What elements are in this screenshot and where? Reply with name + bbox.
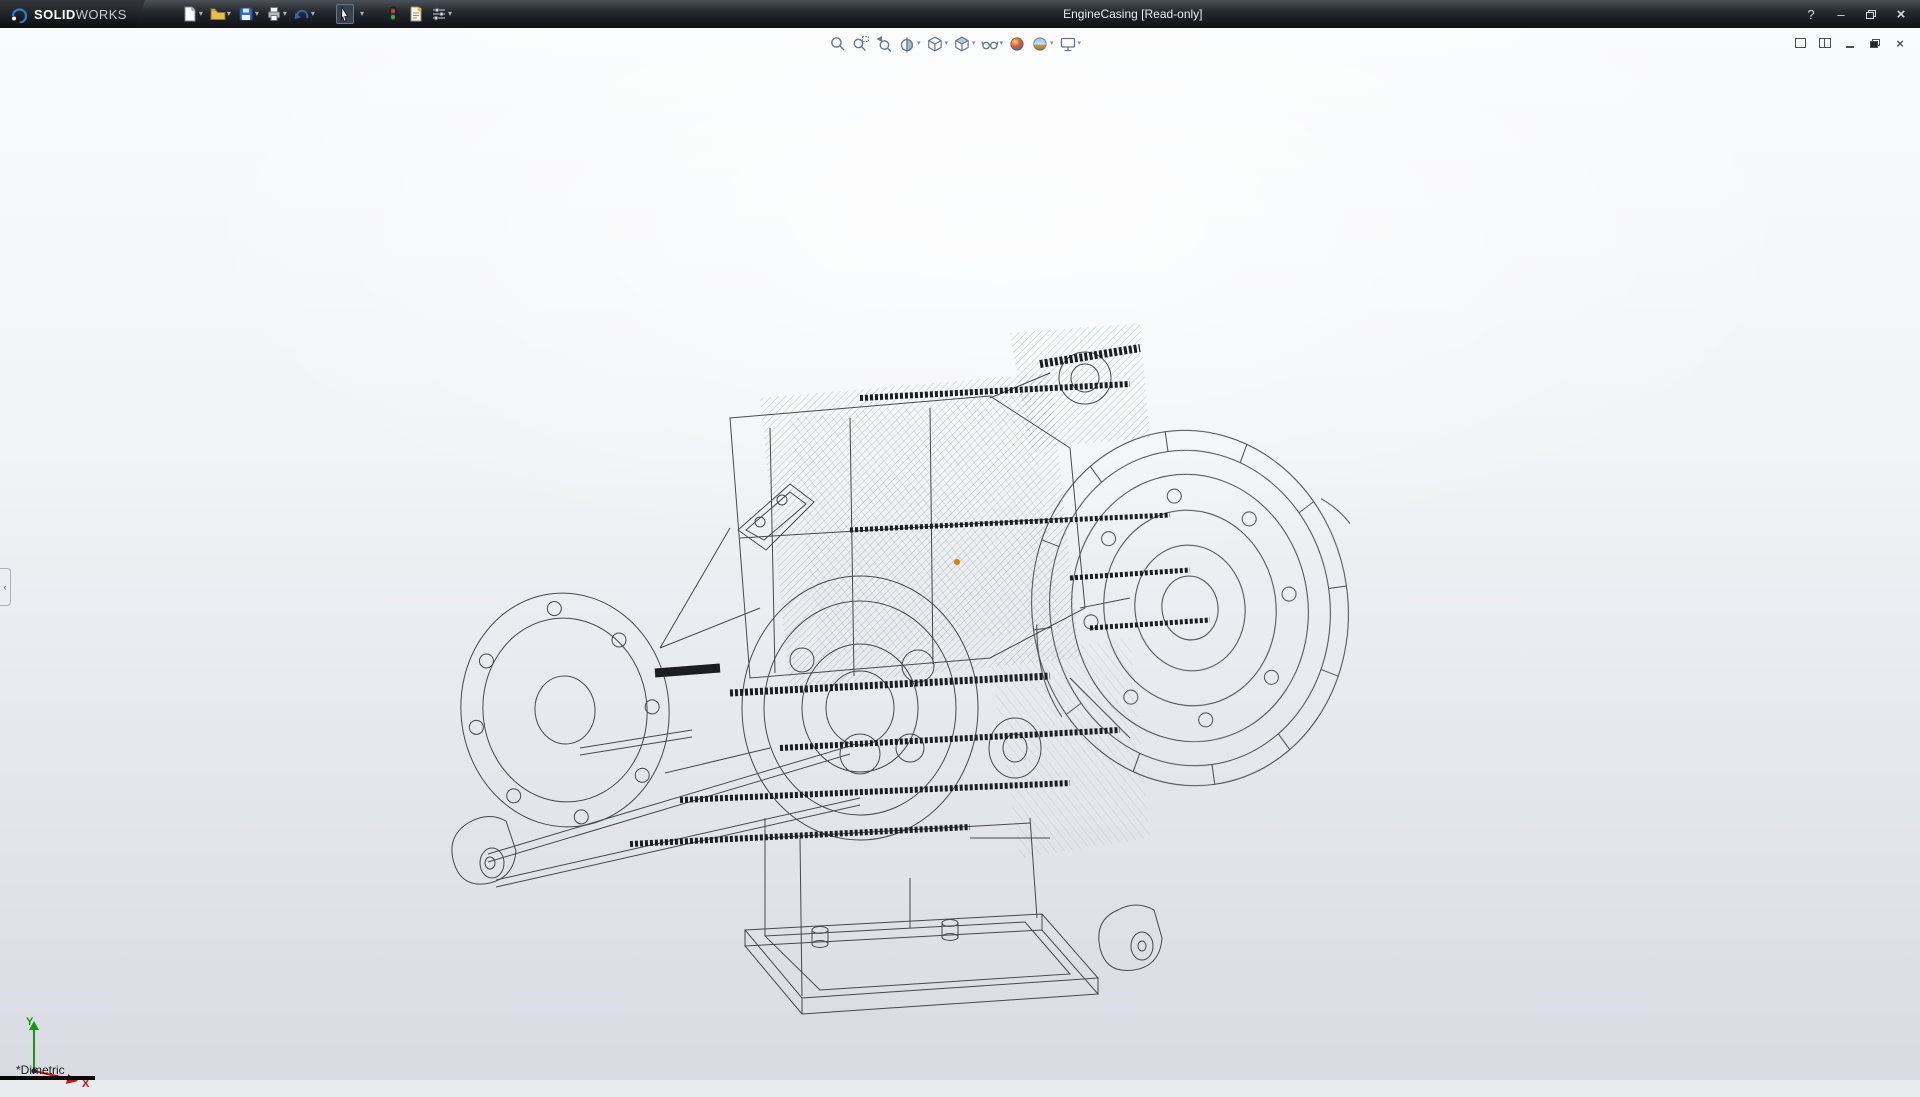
new-document-icon	[182, 6, 198, 22]
section-view-button[interactable]: ▾	[897, 33, 922, 55]
axis-y-label: Y	[26, 1016, 34, 1028]
dropdown-caret-icon[interactable]: ▾	[283, 10, 287, 18]
dropdown-caret-icon[interactable]: ▾	[255, 10, 259, 18]
dropdown-caret-icon[interactable]: ▾	[311, 10, 315, 18]
document-window-controls: ×	[1792, 36, 1908, 50]
cascade-window-button[interactable]	[1817, 36, 1833, 50]
display-style-icon	[953, 35, 971, 53]
save-button[interactable]: ▾	[237, 4, 260, 24]
save-icon	[238, 6, 254, 22]
app-logo: SOLIDWORKS	[0, 0, 145, 28]
hide-show-items-button[interactable]: ▾	[980, 33, 1005, 55]
file-properties-icon	[408, 6, 424, 22]
dropdown-caret-icon[interactable]: ▾	[944, 40, 948, 48]
select-button[interactable]	[336, 4, 354, 24]
doc-restore-icon	[1870, 39, 1880, 48]
view-orientation-button[interactable]: ▾	[924, 33, 949, 55]
view-orientation-icon	[925, 35, 943, 53]
print-button[interactable]: ▾	[265, 4, 288, 24]
previous-view-button[interactable]	[874, 33, 894, 55]
close-button[interactable]: ×	[1888, 4, 1914, 24]
dropdown-caret-icon[interactable]: ▾	[917, 40, 921, 48]
view-orientation-label: *Dimetric	[16, 1063, 65, 1077]
engine-casing-wireframe-model	[430, 278, 1350, 1058]
tile-window-icon	[1795, 38, 1806, 48]
new-document-button[interactable]: ▾	[181, 4, 204, 24]
reference-triad: Y X	[20, 1013, 104, 1097]
dassault-systemes-logo-icon	[10, 5, 28, 23]
screen-edge-artifact	[0, 1076, 95, 1080]
dropdown-caret-icon[interactable]: ▾	[972, 40, 976, 48]
open-document-icon	[210, 6, 226, 22]
app-name-bold: SOLID	[34, 7, 76, 22]
main-toolbar: ▾ ▾ ▾	[181, 4, 453, 24]
view-settings-icon	[1059, 35, 1077, 53]
dropdown-caret-icon[interactable]: ▾	[1050, 40, 1054, 48]
file-properties-button[interactable]	[407, 4, 425, 24]
zoom-to-fit-icon	[829, 35, 847, 53]
edit-appearance-button[interactable]	[1007, 33, 1027, 55]
file-toolbar-group: ▾ ▾ ▾	[181, 4, 316, 24]
undo-icon	[294, 6, 310, 22]
edit-appearance-icon	[1008, 35, 1026, 53]
dropdown-caret-icon[interactable]: ▾	[1078, 40, 1082, 48]
apply-scene-icon	[1031, 35, 1049, 53]
app-name-light: WORKS	[76, 7, 127, 22]
select-toolbar-group: ▾	[336, 4, 364, 24]
doc-minimize-icon	[1846, 46, 1854, 48]
open-document-button[interactable]: ▾	[209, 4, 232, 24]
highlight-marker	[954, 559, 960, 565]
hide-show-items-icon	[981, 35, 999, 53]
viewport-canvas[interactable]: ▾ ▾ ▾	[0, 28, 1920, 1080]
rebuild-icon	[385, 6, 401, 22]
display-style-button[interactable]: ▾	[952, 33, 977, 55]
featuremanager-collapsed-tab[interactable]: ‹	[0, 568, 11, 606]
app-name: SOLIDWORKS	[34, 7, 127, 22]
restore-button[interactable]	[1858, 4, 1884, 24]
restore-icon	[1866, 10, 1876, 19]
section-view-icon	[898, 35, 916, 53]
dropdown-caret-icon[interactable]: ▾	[1000, 40, 1004, 48]
view-settings-button[interactable]: ▾	[1058, 33, 1083, 55]
zoom-to-area-button[interactable]	[851, 33, 871, 55]
window-title: EngineCasing [Read-only]	[1063, 7, 1202, 21]
zoom-to-fit-button[interactable]	[828, 33, 848, 55]
minimize-button[interactable]: –	[1828, 4, 1854, 24]
select-icon	[337, 6, 353, 22]
tile-window-button[interactable]	[1792, 36, 1808, 50]
print-icon	[266, 6, 282, 22]
doc-minimize-button[interactable]	[1842, 36, 1858, 50]
dropdown-caret-icon[interactable]: ▾	[360, 10, 364, 18]
window-controls: ? – ×	[1798, 0, 1914, 28]
zoom-to-area-icon	[852, 35, 870, 53]
options-icon	[431, 6, 447, 22]
dropdown-caret-icon[interactable]: ▾	[448, 10, 452, 18]
undo-button[interactable]: ▾	[293, 4, 316, 24]
doc-close-button[interactable]: ×	[1892, 36, 1908, 50]
heads-up-view-toolbar: ▾ ▾ ▾	[828, 33, 1082, 55]
apply-scene-button[interactable]: ▾	[1030, 33, 1055, 55]
tools-toolbar-group: ▾	[384, 4, 453, 24]
titlebar: SOLIDWORKS ▾ ▾	[0, 0, 1920, 28]
previous-view-icon	[875, 35, 893, 53]
dropdown-caret-icon[interactable]: ▾	[227, 10, 231, 18]
dropdown-caret-icon[interactable]: ▾	[199, 10, 203, 18]
rebuild-button[interactable]	[384, 4, 402, 24]
doc-restore-button[interactable]	[1867, 36, 1883, 50]
options-button[interactable]: ▾	[430, 4, 453, 24]
cascade-window-icon	[1819, 38, 1831, 48]
help-button[interactable]: ?	[1798, 4, 1824, 24]
